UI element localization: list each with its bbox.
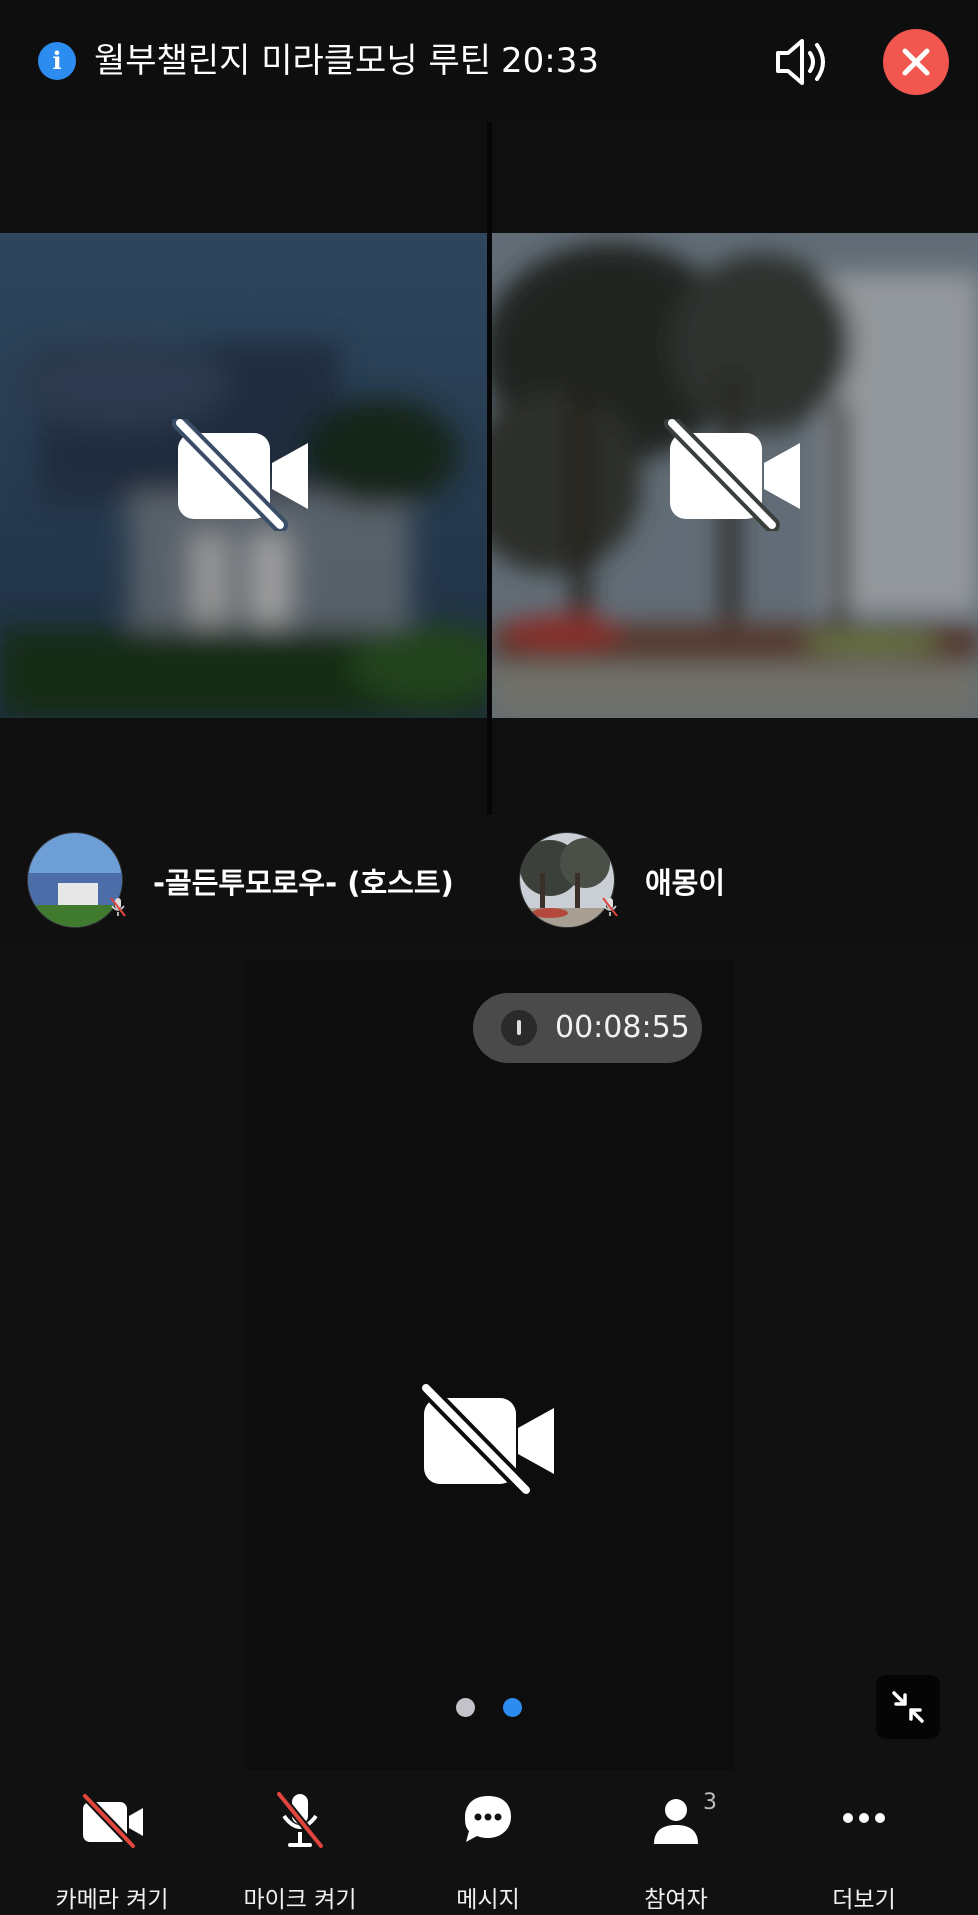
participant-count-badge: 3 <box>703 1790 717 1815</box>
participant-info-row <box>0 815 978 945</box>
meeting-title-text: 월부챌린지 미라클모닝 루틴 <box>94 41 491 81</box>
page-indicator-1[interactable] <box>456 1698 475 1717</box>
camera-toggle-button[interactable]: 카메라 켜기 <box>27 1770 197 1915</box>
info-icon[interactable]: i <box>38 42 76 80</box>
camera-off-icon <box>418 1384 554 1496</box>
chat-button[interactable]: 메시지 <box>403 1770 573 1915</box>
mic-toggle-label: 마이크 켜기 <box>243 1887 357 1913</box>
elapsed-timer: 00:08:55 <box>473 993 702 1063</box>
mic-off-icon <box>275 1790 325 1850</box>
mic-muted-icon <box>602 897 618 917</box>
timer-icon <box>501 1010 537 1046</box>
camera-off-icon <box>172 419 308 531</box>
self-view[interactable] <box>244 960 734 1770</box>
camera-toggle-label: 카메라 켜기 <box>55 1887 169 1913</box>
meeting-time: 20:33 <box>500 41 599 81</box>
participants-label: 참여자 <box>644 1887 708 1913</box>
minimize-button[interactable] <box>876 1675 940 1739</box>
more-label: 더보기 <box>832 1887 896 1913</box>
more-button[interactable]: 더보기 <box>779 1770 949 1915</box>
chat-icon <box>465 1796 511 1842</box>
more-icon <box>843 1813 885 1823</box>
chat-label: 메시지 <box>456 1887 520 1913</box>
close-icon <box>902 48 930 76</box>
top-bar: i 월부챌린지 미라클모닝 루틴 20:33 <box>0 0 978 122</box>
person-icon <box>654 1799 698 1844</box>
participant-name-guest: 애몽이 <box>645 866 726 900</box>
participants-button[interactable]: 3 참여자 <box>591 1770 761 1915</box>
camera-off-icon <box>664 419 800 531</box>
page-indicator-2[interactable] <box>503 1698 522 1717</box>
participant-name-host: -골든투모로우- (호스트) <box>153 866 454 900</box>
camera-off-icon <box>81 1792 143 1850</box>
elapsed-time-text: 00:08:55 <box>555 1010 690 1045</box>
meeting-title: 월부챌린지 미라클모닝 루틴 20:33 <box>94 36 599 86</box>
participant-video-host <box>0 233 487 718</box>
bottom-toolbar: 카메라 켜기 마이크 켜기 메시지 3 참여자 더보기 <box>0 1770 978 1915</box>
mic-toggle-button[interactable]: 마이크 켜기 <box>215 1770 385 1915</box>
mic-muted-icon <box>110 897 126 917</box>
participant-video-guest <box>492 233 978 718</box>
participant-tile-host[interactable] <box>0 122 487 867</box>
speaker-icon[interactable] <box>772 34 832 90</box>
participant-tile-guest[interactable] <box>492 122 978 867</box>
leave-button[interactable] <box>883 29 949 95</box>
collapse-icon <box>892 1691 924 1723</box>
